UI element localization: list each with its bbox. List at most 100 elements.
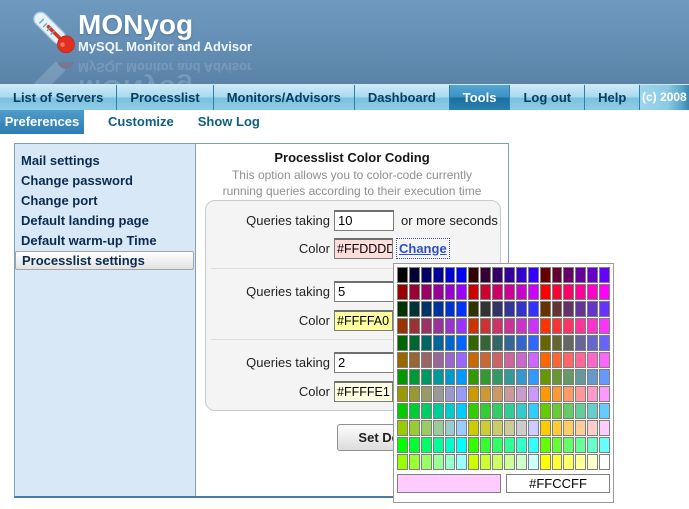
color-input-2[interactable]	[334, 310, 393, 331]
nav-tab-log-out[interactable]: Log out	[510, 85, 585, 110]
color-swatch[interactable]	[552, 386, 563, 402]
color-swatch[interactable]	[445, 403, 456, 419]
seconds-input-2[interactable]	[334, 281, 394, 302]
color-swatch[interactable]	[563, 369, 574, 385]
color-swatch[interactable]	[587, 437, 598, 453]
color-swatch[interactable]	[540, 284, 551, 300]
color-swatch[interactable]	[433, 369, 444, 385]
color-swatch[interactable]	[599, 369, 610, 385]
color-swatch[interactable]	[516, 403, 527, 419]
color-swatch[interactable]	[397, 437, 408, 453]
color-swatch[interactable]	[563, 386, 574, 402]
color-swatch[interactable]	[563, 454, 574, 470]
color-swatch[interactable]	[552, 454, 563, 470]
color-swatch[interactable]	[540, 335, 551, 351]
color-swatch[interactable]	[575, 420, 586, 436]
color-swatch[interactable]	[397, 386, 408, 402]
color-swatch[interactable]	[599, 386, 610, 402]
color-swatch[interactable]	[540, 318, 551, 334]
color-swatch[interactable]	[468, 335, 479, 351]
color-swatch[interactable]	[552, 369, 563, 385]
color-swatch[interactable]	[468, 301, 479, 317]
color-swatch[interactable]	[468, 267, 479, 283]
color-swatch[interactable]	[433, 454, 444, 470]
color-swatch[interactable]	[492, 267, 503, 283]
color-swatch[interactable]	[575, 318, 586, 334]
color-swatch[interactable]	[587, 267, 598, 283]
color-swatch[interactable]	[599, 437, 610, 453]
color-swatch[interactable]	[563, 284, 574, 300]
color-swatch[interactable]	[552, 335, 563, 351]
color-swatch[interactable]	[421, 437, 432, 453]
color-swatch[interactable]	[563, 403, 574, 419]
color-swatch[interactable]	[516, 301, 527, 317]
color-swatch[interactable]	[421, 386, 432, 402]
color-swatch[interactable]	[540, 369, 551, 385]
sidebar-item-default-landing-page[interactable]: Default landing page	[15, 211, 195, 231]
color-swatch[interactable]	[421, 369, 432, 385]
color-swatch[interactable]	[599, 454, 610, 470]
color-swatch[interactable]	[528, 284, 539, 300]
color-swatch[interactable]	[540, 437, 551, 453]
color-input-1[interactable]	[334, 238, 393, 259]
sidebar-item-default-warm-up-time[interactable]: Default warm-up Time	[15, 231, 195, 251]
color-swatch[interactable]	[552, 301, 563, 317]
subnav-tab-show-log[interactable]: Show Log	[198, 110, 260, 134]
color-swatch[interactable]	[552, 284, 563, 300]
color-swatch[interactable]	[599, 403, 610, 419]
color-swatch[interactable]	[528, 318, 539, 334]
seconds-input-1[interactable]	[334, 210, 394, 231]
color-swatch[interactable]	[575, 335, 586, 351]
color-swatch[interactable]	[540, 301, 551, 317]
color-swatch[interactable]	[492, 352, 503, 368]
color-swatch[interactable]	[480, 267, 491, 283]
color-swatch[interactable]	[587, 284, 598, 300]
color-swatch[interactable]	[445, 454, 456, 470]
color-swatch[interactable]	[575, 352, 586, 368]
color-swatch[interactable]	[540, 386, 551, 402]
color-swatch[interactable]	[516, 386, 527, 402]
color-swatch[interactable]	[433, 437, 444, 453]
color-swatch[interactable]	[492, 369, 503, 385]
color-swatch[interactable]	[552, 267, 563, 283]
color-swatch[interactable]	[480, 369, 491, 385]
color-swatch[interactable]	[528, 437, 539, 453]
color-swatch[interactable]	[492, 420, 503, 436]
color-swatch[interactable]	[599, 352, 610, 368]
color-swatch[interactable]	[587, 335, 598, 351]
nav-tab-dashboard[interactable]: Dashboard	[355, 85, 450, 110]
color-swatch[interactable]	[445, 386, 456, 402]
color-swatch[interactable]	[397, 301, 408, 317]
color-swatch[interactable]	[587, 403, 598, 419]
color-swatch[interactable]	[456, 352, 467, 368]
color-swatch[interactable]	[552, 420, 563, 436]
color-swatch[interactable]	[575, 454, 586, 470]
color-swatch[interactable]	[528, 267, 539, 283]
color-swatch[interactable]	[433, 386, 444, 402]
color-swatch[interactable]	[504, 386, 515, 402]
color-swatch[interactable]	[516, 284, 527, 300]
color-swatch[interactable]	[563, 301, 574, 317]
color-swatch[interactable]	[504, 284, 515, 300]
color-swatch[interactable]	[516, 335, 527, 351]
color-swatch[interactable]	[480, 420, 491, 436]
color-swatch[interactable]	[587, 301, 598, 317]
color-swatch[interactable]	[421, 318, 432, 334]
color-swatch[interactable]	[492, 454, 503, 470]
color-swatch[interactable]	[528, 386, 539, 402]
nav-tab-list-of-servers[interactable]: List of Servers	[0, 85, 117, 110]
color-swatch[interactable]	[409, 420, 420, 436]
color-swatch[interactable]	[528, 403, 539, 419]
color-swatch[interactable]	[504, 318, 515, 334]
color-swatch[interactable]	[516, 369, 527, 385]
color-swatch[interactable]	[421, 403, 432, 419]
color-swatch[interactable]	[409, 284, 420, 300]
color-swatch[interactable]	[397, 454, 408, 470]
color-swatch[interactable]	[587, 352, 598, 368]
color-swatch[interactable]	[480, 386, 491, 402]
color-swatch[interactable]	[480, 335, 491, 351]
color-swatch[interactable]	[468, 352, 479, 368]
color-swatch[interactable]	[587, 420, 598, 436]
color-swatch[interactable]	[409, 386, 420, 402]
color-swatch[interactable]	[599, 301, 610, 317]
